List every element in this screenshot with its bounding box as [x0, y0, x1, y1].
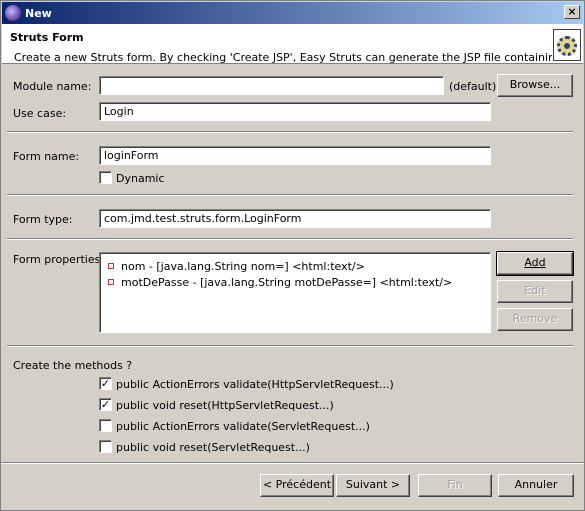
remove-button[interactable]: Remove	[497, 308, 573, 331]
dialog-window: New × Struts Form Create a new Struts fo…	[0, 0, 585, 511]
method-label: public ActionErrors validate(HttpServlet…	[116, 378, 394, 391]
use-case-input[interactable]	[99, 102, 491, 121]
method-checkbox-reset-http[interactable]: ✓	[99, 398, 112, 411]
cancel-button[interactable]: Annuler	[498, 474, 574, 497]
add-button[interactable]: Add	[496, 251, 574, 276]
separator	[7, 345, 573, 347]
property-text: nom - [java.lang.String nom=] <html:text…	[121, 259, 365, 273]
eclipse-icon	[5, 5, 21, 21]
form-name-input[interactable]	[99, 146, 491, 165]
use-case-label: Use case:	[13, 107, 67, 120]
form-name-label: Form name:	[13, 150, 80, 163]
title-bar[interactable]: New ×	[2, 2, 583, 24]
method-checkbox-validate-http[interactable]: ✓	[99, 377, 112, 390]
method-label: public ActionErrors validate(ServletRequ…	[116, 420, 370, 433]
wizard-header: Struts Form Create a new Struts form. By…	[2, 24, 583, 64]
separator	[7, 238, 573, 240]
add-button-label: Add	[524, 256, 546, 269]
list-item[interactable]: nom - [java.lang.String nom=] <html:text…	[108, 258, 365, 274]
separator	[7, 194, 573, 196]
back-button[interactable]: < Précédent	[260, 474, 334, 497]
dynamic-checkbox[interactable]	[99, 171, 112, 184]
module-name-label: Module name:	[13, 80, 92, 93]
browse-button[interactable]: Browse...	[497, 74, 573, 97]
method-checkbox-validate-servlet[interactable]	[99, 419, 112, 432]
property-icon	[108, 263, 114, 269]
list-item[interactable]: motDePasse - [java.lang.String motDePass…	[108, 274, 452, 290]
form-type-label: Form type:	[13, 213, 73, 226]
finish-button[interactable]: Fin	[418, 474, 492, 497]
edit-button[interactable]: Edit	[497, 280, 573, 303]
dynamic-label: Dynamic	[116, 172, 165, 185]
form-type-input[interactable]	[99, 209, 491, 228]
window-title: New	[25, 6, 52, 20]
property-text: motDePasse - [java.lang.String motDePass…	[121, 275, 453, 289]
method-label: public void reset(ServletRequest...)	[116, 441, 310, 454]
properties-list[interactable]: nom - [java.lang.String nom=] <html:text…	[99, 252, 491, 333]
close-button[interactable]: ×	[564, 5, 580, 19]
property-icon	[108, 279, 114, 285]
gear-icon	[553, 29, 581, 61]
method-label: public void reset(HttpServletRequest...)	[116, 399, 334, 412]
module-name-input[interactable]	[99, 76, 444, 95]
next-button[interactable]: Suivant >	[336, 474, 410, 497]
page-title: Struts Form	[10, 31, 84, 44]
methods-label: Create the methods ?	[13, 359, 133, 372]
method-checkbox-reset-servlet[interactable]	[99, 440, 112, 453]
separator	[7, 131, 573, 133]
module-default-label: (default)	[449, 80, 497, 93]
form-properties-label: Form properties:	[13, 253, 105, 266]
footer-separator	[1, 462, 584, 464]
page-description: Create a new Struts form. By checking 'C…	[14, 51, 552, 64]
